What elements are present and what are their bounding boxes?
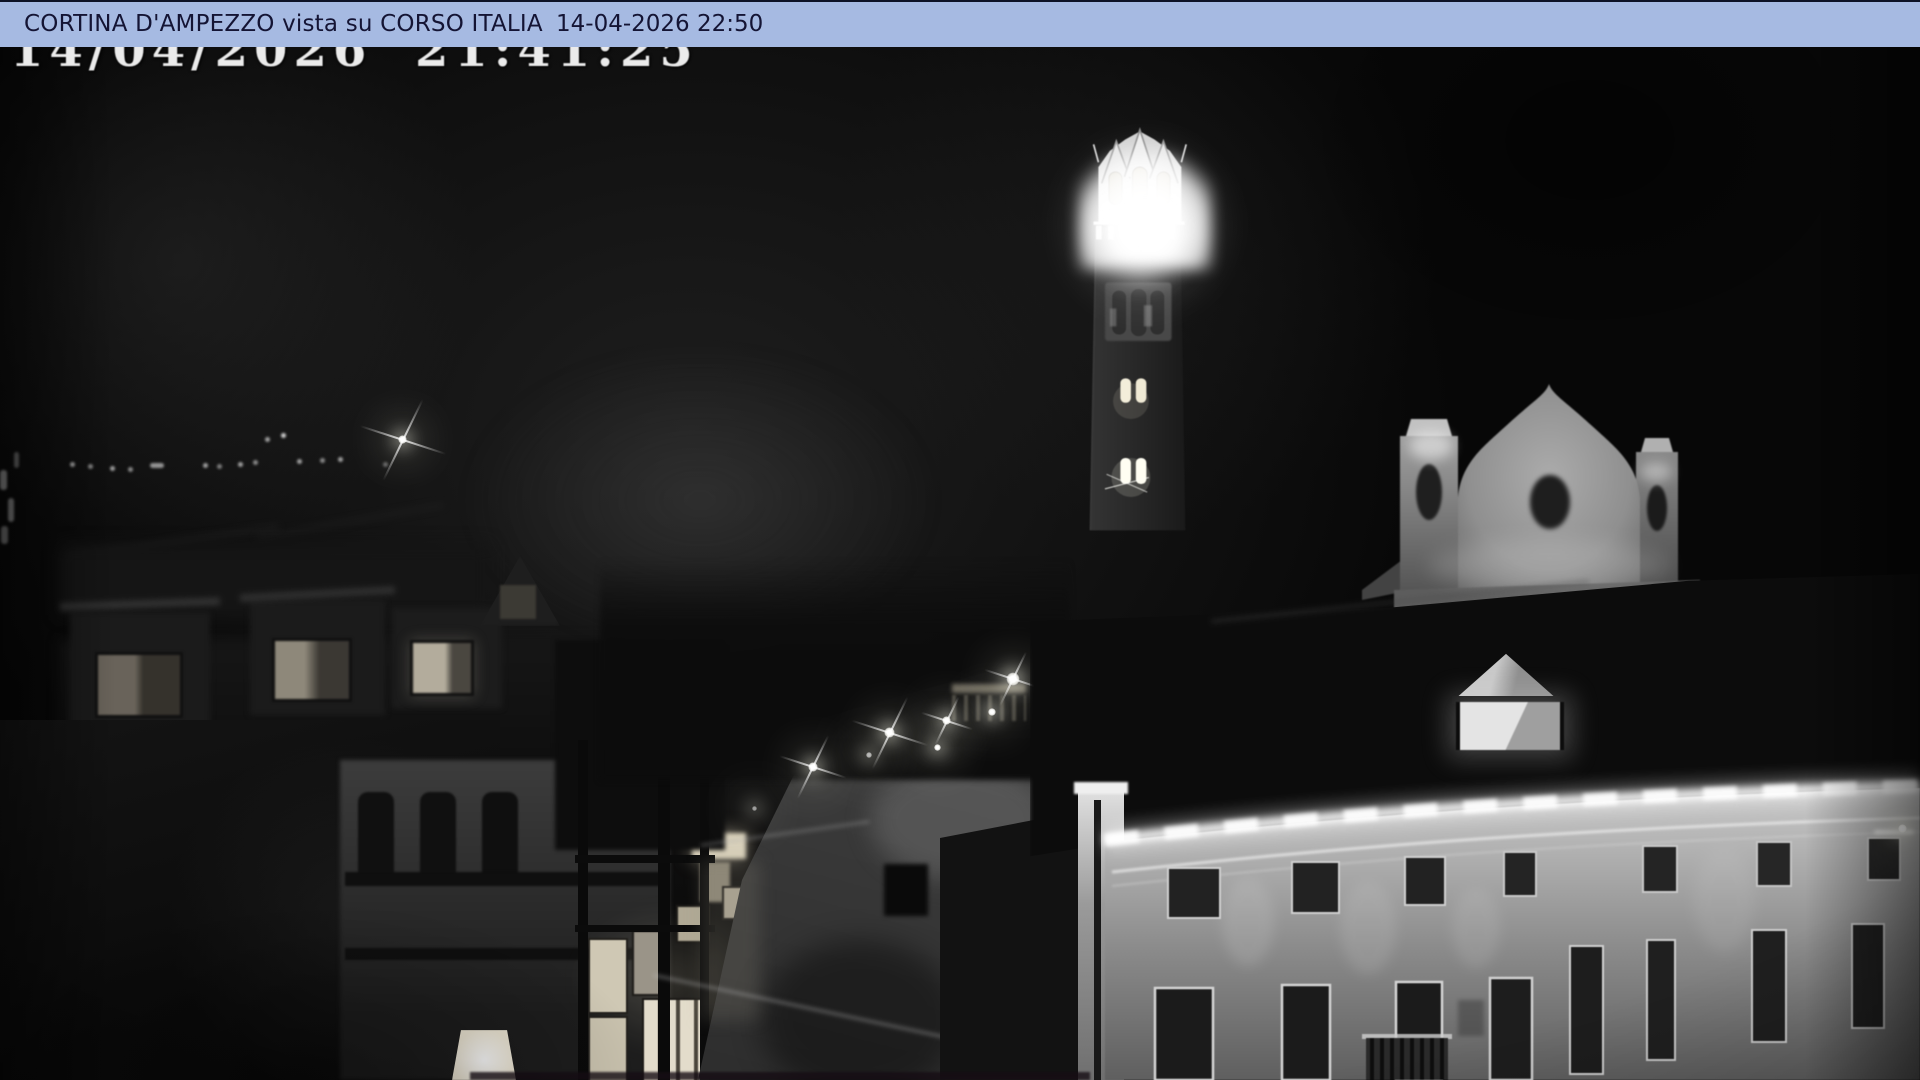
night-photo: 14/04/2026 21:41:25 (0, 0, 1920, 1080)
caption-title: CORTINA D'AMPEZZO vista su CORSO ITALIA (24, 11, 543, 37)
lens-vignette (0, 0, 1920, 1080)
caption-bar: CORTINA D'AMPEZZO vista su CORSO ITALIA … (0, 0, 1920, 47)
webcam-frame: 14/04/2026 21:41:25 (0, 0, 1920, 1080)
caption-datetime: 14-04-2026 22:50 (556, 11, 763, 37)
